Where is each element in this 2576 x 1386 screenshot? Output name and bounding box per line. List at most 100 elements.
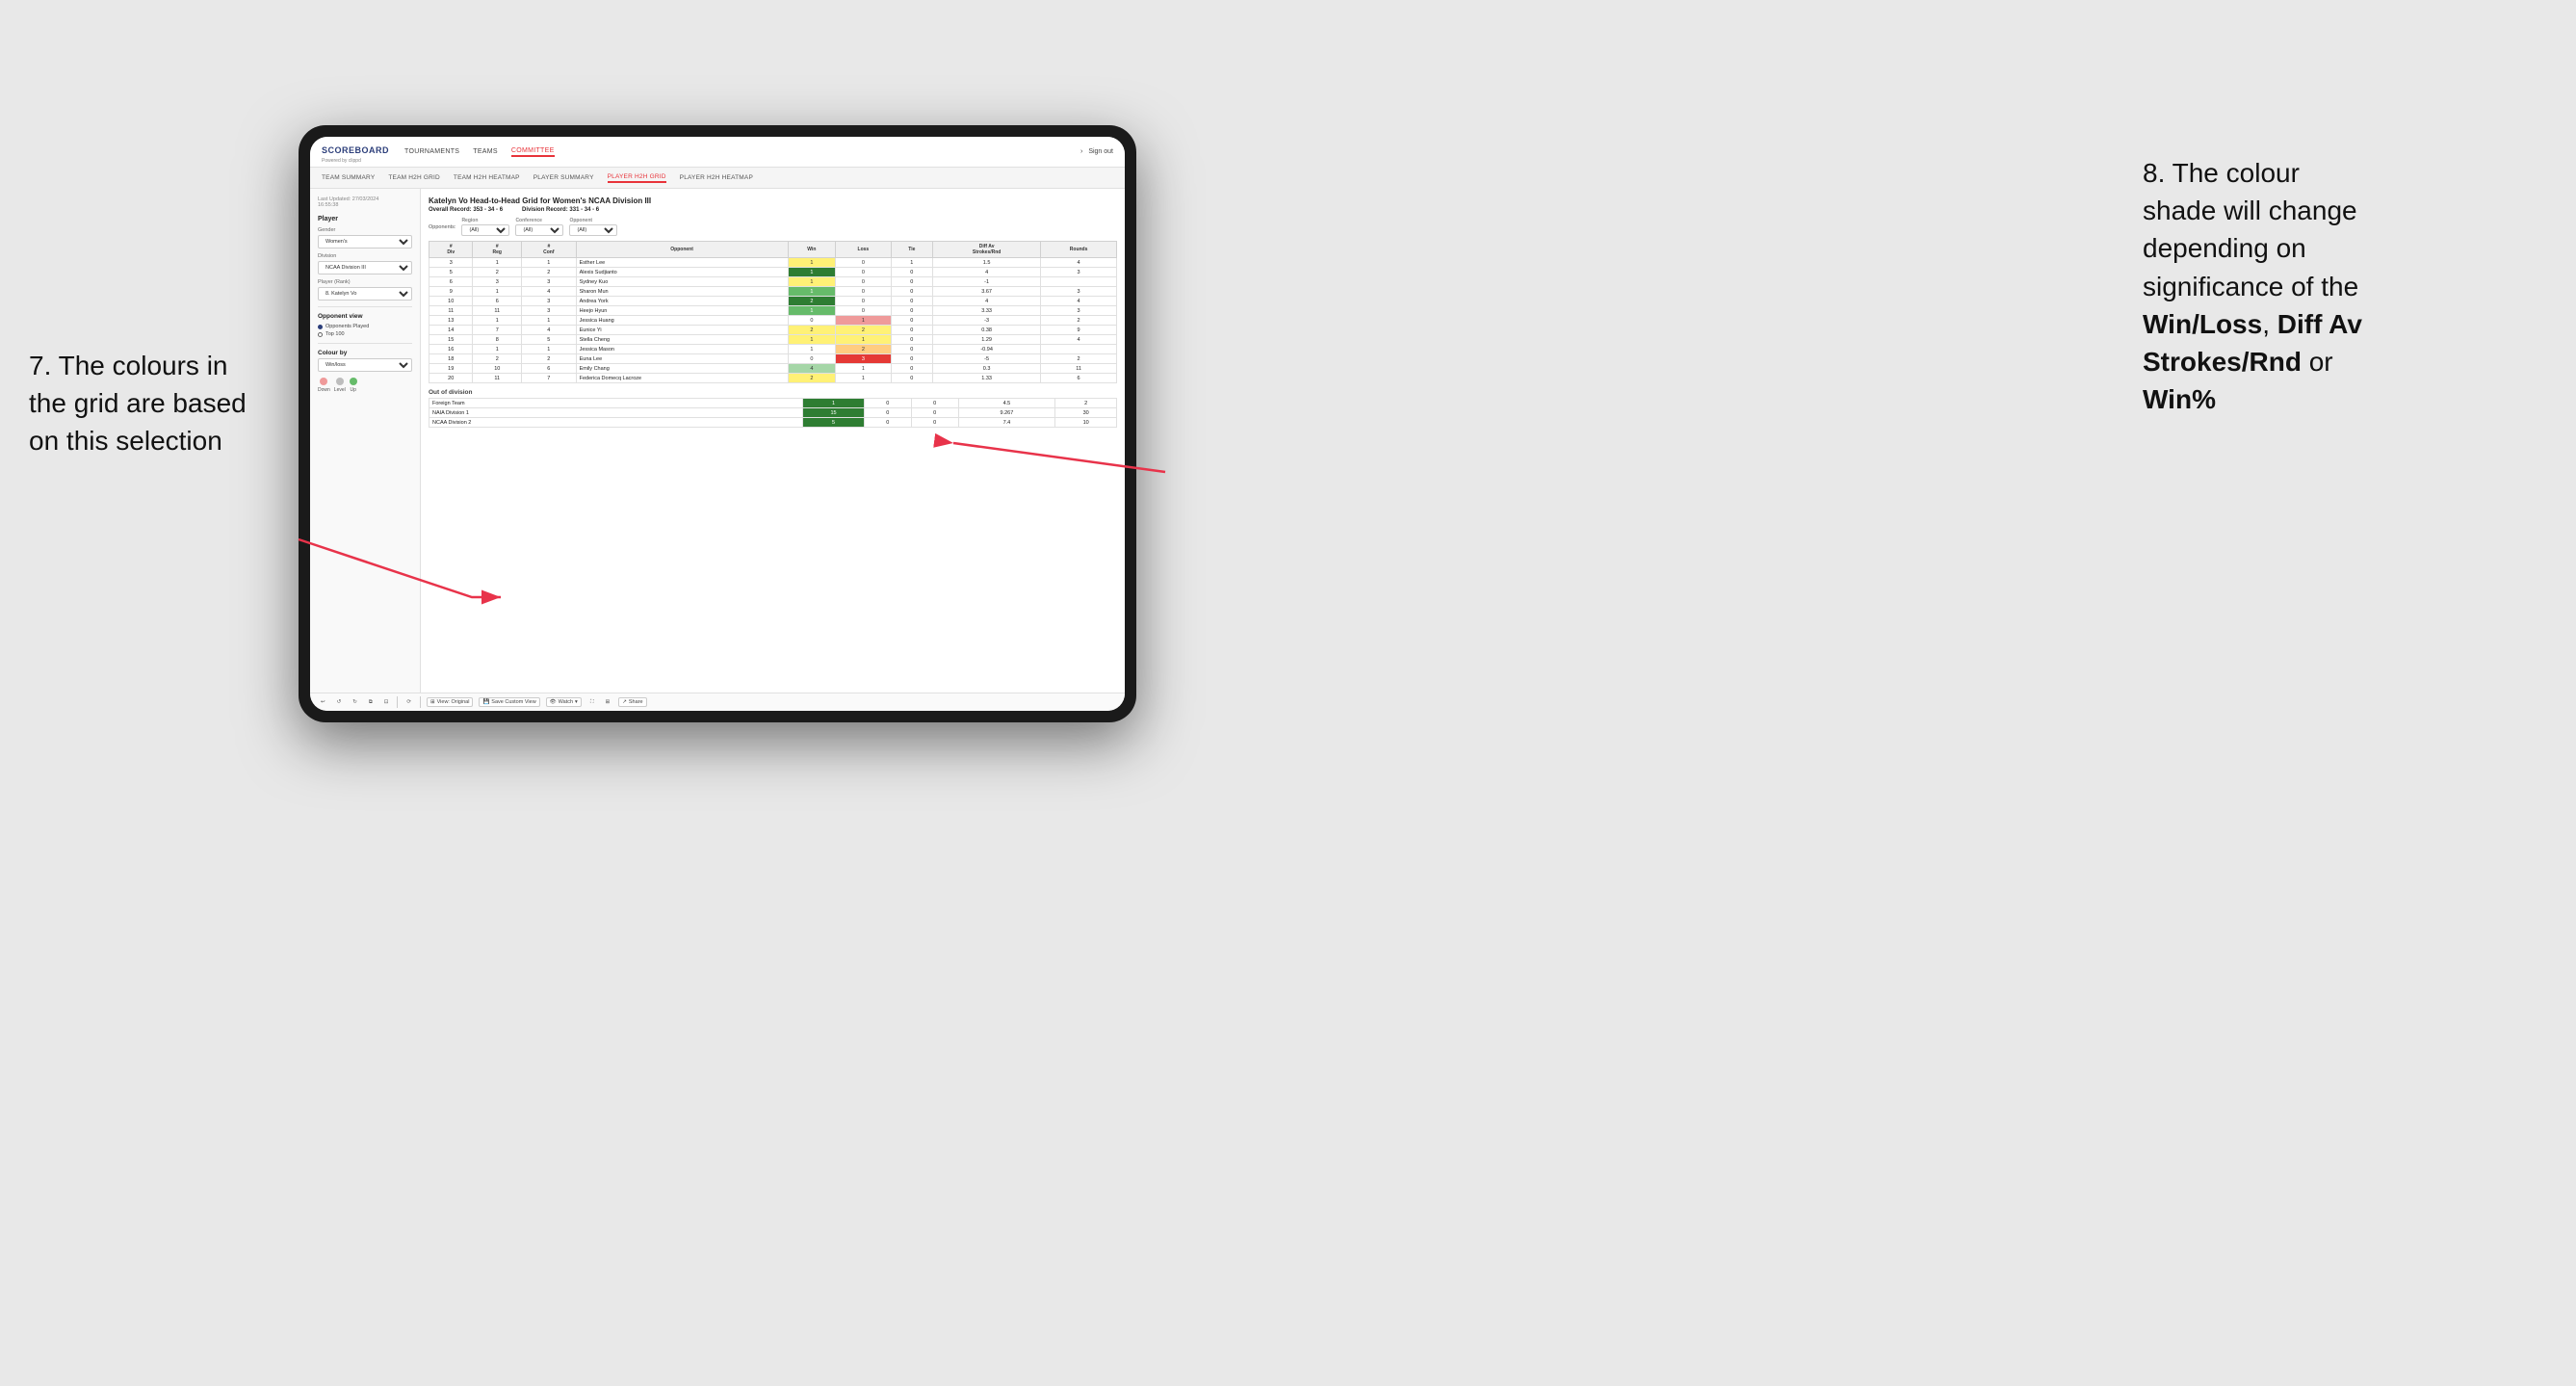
nav-committee[interactable]: COMMITTEE (511, 147, 555, 157)
cell-loss: 1 (836, 364, 891, 374)
annotation-left: 7. The colours in the grid are based on … (29, 347, 299, 460)
sub-nav-player-h2h-grid[interactable]: PLAYER H2H GRID (608, 173, 666, 183)
grid-title: Katelyn Vo Head-to-Head Grid for Women's… (429, 196, 1117, 205)
logo-text: SCOREBOARD (322, 145, 389, 155)
cell-opponent: Eunice Yi (576, 326, 788, 335)
ood-cell-label: NAIA Division 1 (429, 408, 803, 418)
copy-btn[interactable]: ⧉ (366, 698, 376, 707)
cell-opponent: Heejo Hyun (576, 306, 788, 316)
cell-reg: 10 (473, 364, 522, 374)
gender-select[interactable]: Women's (318, 235, 412, 248)
sign-out-link[interactable]: Sign out (1088, 148, 1113, 155)
filter-conference-select[interactable]: (All) (515, 224, 563, 236)
redo-left-btn[interactable]: ↺ (334, 698, 345, 706)
division-select[interactable]: NCAA Division III (318, 261, 412, 275)
filter-opponent-select[interactable]: (All) (569, 224, 617, 236)
sidebar-gender-label: Gender (318, 227, 412, 233)
cell-rounds: 2 (1041, 316, 1117, 326)
table-row: 14 7 4 Eunice Yi 2 2 0 0.38 9 (429, 326, 1117, 335)
filter-region-select[interactable]: (All) (461, 224, 509, 236)
cell-win: 1 (788, 345, 836, 354)
ood-cell-label: Foreign Team (429, 399, 803, 408)
annotation-right-bold1: Win/Loss (2143, 309, 2262, 339)
sidebar: Last Updated: 27/03/2024 16:55:38 Player… (310, 189, 421, 693)
sub-nav-player-h2h-heatmap[interactable]: PLAYER H2H HEATMAP (680, 174, 753, 181)
table-row: 19 10 6 Emily Chang 4 1 0 0.3 11 (429, 364, 1117, 374)
cell-conf: 1 (522, 316, 577, 326)
cell-reg: 7 (473, 326, 522, 335)
redo-right-btn[interactable]: ↻ (350, 698, 360, 706)
share-btn[interactable]: ↗ Share (618, 697, 646, 707)
save-icon: 💾 (482, 699, 489, 705)
cell-win: 1 (788, 287, 836, 297)
th-opponent: Opponent (576, 242, 788, 258)
cell-tie: 0 (891, 364, 932, 374)
nav-teams[interactable]: TEAMS (473, 148, 498, 155)
toolbar-divider1 (397, 696, 398, 708)
th-diff: Diff AvStrokes/Rnd (933, 242, 1041, 258)
radio-opponents-played[interactable]: Opponents Played (318, 324, 412, 329)
ood-cell-tie: 0 (911, 399, 958, 408)
table-row: 11 11 3 Heejo Hyun 1 0 0 3.33 3 (429, 306, 1117, 316)
cell-div: 14 (429, 326, 473, 335)
cell-diff: -3 (933, 316, 1041, 326)
cell-rounds: 11 (1041, 364, 1117, 374)
cell-reg: 2 (473, 268, 522, 277)
nav-tournaments[interactable]: TOURNAMENTS (404, 148, 459, 155)
sub-nav: TEAM SUMMARY TEAM H2H GRID TEAM H2H HEAT… (310, 168, 1125, 189)
filter-region: Region (All) (461, 218, 509, 236)
cell-opponent: Federica Domecq Lacroze (576, 374, 788, 383)
save-custom-btn[interactable]: 💾 Save Custom View (479, 697, 539, 707)
refresh-btn[interactable]: ⟳ (403, 698, 414, 706)
cell-opponent: Esther Lee (576, 258, 788, 268)
cell-diff: -0.94 (933, 345, 1041, 354)
sidebar-division-label: Division (318, 253, 412, 259)
cell-reg: 1 (473, 316, 522, 326)
player-rank-select[interactable]: 8. Katelyn Vo (318, 287, 412, 301)
annotation-right-line1: 8. The colour (2143, 158, 2300, 188)
filter-conference-label: Conference (515, 218, 563, 223)
cell-conf: 3 (522, 306, 577, 316)
cell-loss: 0 (836, 277, 891, 287)
cell-rounds: 6 (1041, 374, 1117, 383)
filter-row: Opponents: Region (All) Conference (All) (429, 218, 1117, 236)
expand-btn[interactable]: ⛶ (587, 698, 597, 707)
cell-tie: 0 (891, 306, 932, 316)
cell-rounds: 4 (1041, 258, 1117, 268)
annotation-right-bold3: Strokes/Rnd (2143, 347, 2302, 377)
undo-btn[interactable]: ↩ (318, 698, 328, 706)
grid-btn[interactable]: ⊞ (603, 698, 613, 706)
ood-table-row: NCAA Division 2 5 0 0 7.4 10 (429, 418, 1117, 428)
grid-area: Katelyn Vo Head-to-Head Grid for Women's… (421, 189, 1125, 693)
sub-nav-team-h2h-grid[interactable]: TEAM H2H GRID (388, 174, 440, 181)
radio-top100-dot (318, 332, 323, 337)
sub-nav-team-h2h-heatmap[interactable]: TEAM H2H HEATMAP (454, 174, 520, 181)
cell-rounds: 3 (1041, 287, 1117, 297)
sub-nav-player-summary[interactable]: PLAYER SUMMARY (533, 174, 594, 181)
nav-right: › Sign out (1080, 148, 1113, 155)
grid-records: Overall Record: 353 - 34 - 6 Division Re… (429, 207, 1117, 213)
cell-reg: 11 (473, 374, 522, 383)
sub-nav-team-summary[interactable]: TEAM SUMMARY (322, 174, 375, 181)
nav-links: TOURNAMENTS TEAMS COMMITTEE (404, 147, 1080, 157)
view-original-btn[interactable]: ⊞ View: Original (427, 697, 473, 707)
legend-level-label: Level (334, 387, 346, 393)
radio-top100-label: Top 100 (325, 331, 345, 337)
legend-up-dot (350, 378, 357, 385)
cell-reg: 8 (473, 335, 522, 345)
sidebar-player-rank-label: Player (Rank) (318, 279, 412, 285)
cell-div: 16 (429, 345, 473, 354)
cell-div: 13 (429, 316, 473, 326)
paste-btn[interactable]: ⊡ (381, 698, 392, 706)
watch-btn[interactable]: 👁 Watch ▾ (546, 697, 582, 707)
colour-by-select[interactable]: Win/loss (318, 358, 412, 372)
radio-top100[interactable]: Top 100 (318, 331, 412, 337)
table-row: 13 1 1 Jessica Huang 0 1 0 -3 2 (429, 316, 1117, 326)
table-row: 6 3 3 Sydney Kuo 1 0 0 -1 (429, 277, 1117, 287)
cell-loss: 2 (836, 345, 891, 354)
top-nav: SCOREBOARD Powered by clippd TOURNAMENTS… (310, 137, 1125, 168)
eye-icon: 👁 (550, 699, 557, 705)
ood-cell-tie: 0 (911, 418, 958, 428)
cell-loss: 0 (836, 258, 891, 268)
legend-level: Level (334, 378, 346, 393)
